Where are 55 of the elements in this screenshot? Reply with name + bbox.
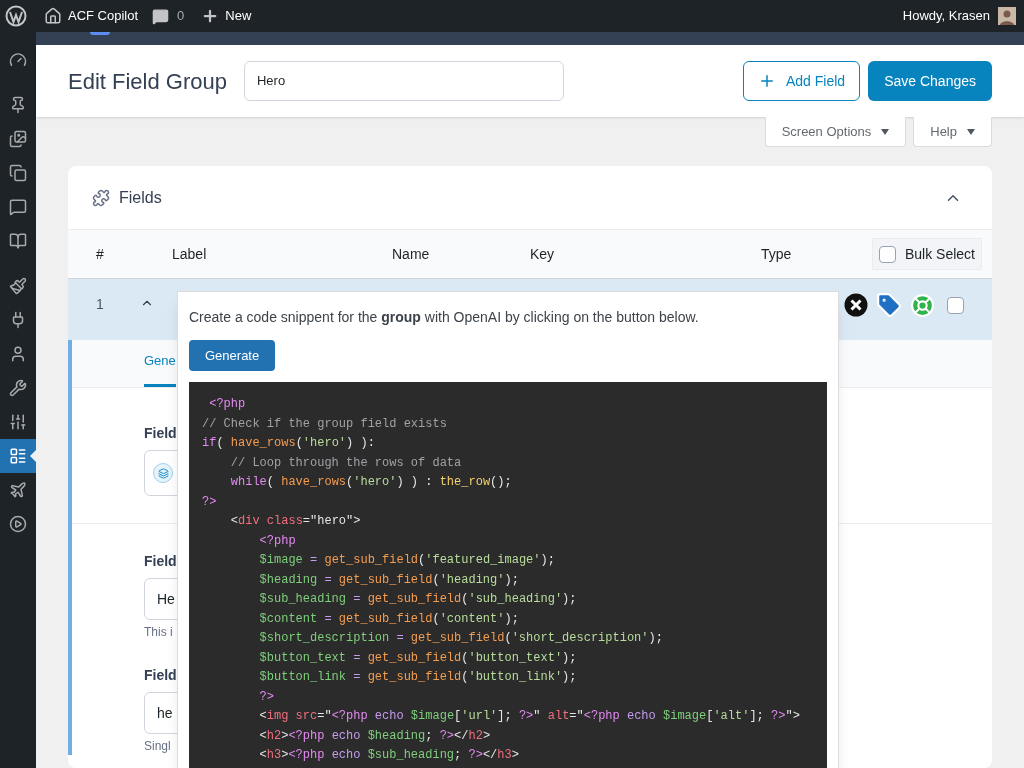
setting-label: Field: [144, 552, 177, 571]
column-header: Label: [172, 244, 208, 264]
caret-icon: [967, 128, 975, 135]
greeting-link[interactable]: Howdy, Krasen: [902, 6, 990, 26]
pages-icon: [9, 164, 27, 182]
setting-help: Singl: [144, 738, 171, 755]
save-changes-button[interactable]: Save Changes: [868, 61, 992, 101]
media-icon: [9, 130, 27, 148]
code-block: <?php // Check if the group field exists if( have_rows('hero') ): // Loop through the rows of data while( have_rows('hero') ) : the_row(); ?> <div class="hero"> <?php $image = get_sub_field('featured_image'); $heading = get_sub_field('heading'); $sub_heading = get_sub_field('sub_heading'); $content = get_sub_field('content'); $short_description = get_sub_field('short_description'); $button_text = get_sub_field('button_text'); $button_link = get_sub_field('button_link'); ?> <img src="<?php echo $image['url']; ?>" alt="<?php echo $image['alt']; ?>"> <h2><?php echo $heading; ?></h2> <h3><?php echo $sub_heading; ?></h3>: [189, 382, 827, 768]
tag-icon[interactable]: [876, 292, 902, 318]
paintbrush-icon: [9, 277, 27, 295]
screen-tab[interactable]: Help: [913, 117, 992, 147]
site-name-link[interactable]: ACF Copilot: [68, 6, 139, 26]
plus-icon: [758, 72, 776, 90]
wrench-icon: [9, 379, 27, 397]
row-checkbox[interactable]: [947, 296, 964, 314]
sliders-icon: [9, 413, 27, 431]
sidebar-item[interactable]: [0, 439, 36, 473]
comment-icon: [9, 198, 27, 216]
screen-tab[interactable]: Screen Options: [764, 117, 907, 147]
add-field-button[interactable]: Add Field: [743, 61, 861, 101]
panel-title: Fields: [119, 187, 162, 208]
comment-count[interactable]: 0: [177, 6, 185, 26]
caret-icon: [881, 128, 890, 135]
lifebuoy-icon[interactable]: [910, 292, 935, 318]
user-icon: [9, 345, 27, 363]
pin-icon: [9, 96, 27, 114]
bulk-select-checkbox[interactable]: [878, 245, 896, 263]
generate-button[interactable]: Generate: [189, 340, 276, 371]
wordpress-logo-icon[interactable]: [5, 5, 27, 27]
group-title-field[interactable]: Hero: [243, 61, 564, 101]
puzzle-icon: [92, 188, 110, 207]
plane-icon: [9, 481, 27, 499]
new-link[interactable]: New: [225, 6, 252, 26]
home-icon[interactable]: [44, 7, 62, 25]
close-icon[interactable]: [844, 293, 868, 317]
setting-label: Field: [144, 666, 177, 685]
popover-intro: Create a code snippent for the group with OpenAI by clicking on the button below.: [189, 308, 700, 327]
comment-icon[interactable]: [152, 7, 170, 25]
setting-help: This i: [144, 624, 173, 641]
column-header: Name: [392, 244, 431, 264]
avatar-icon[interactable]: [998, 7, 1016, 25]
play-icon: [9, 515, 27, 533]
column-header: #: [95, 244, 105, 264]
book-icon: [9, 232, 27, 250]
page-title: Edit Field Group: [68, 67, 227, 96]
column-header: Key: [530, 244, 556, 264]
nav-indicator: [90, 32, 110, 35]
row-number: 1: [95, 295, 105, 314]
layout-icon: [9, 447, 27, 465]
setting-label: Field: [144, 424, 177, 443]
gauge-icon: [9, 51, 27, 69]
current-pointer: [30, 450, 36, 462]
column-header: Type: [761, 244, 793, 264]
bulk-select-button[interactable]: Bulk Select: [871, 238, 982, 270]
